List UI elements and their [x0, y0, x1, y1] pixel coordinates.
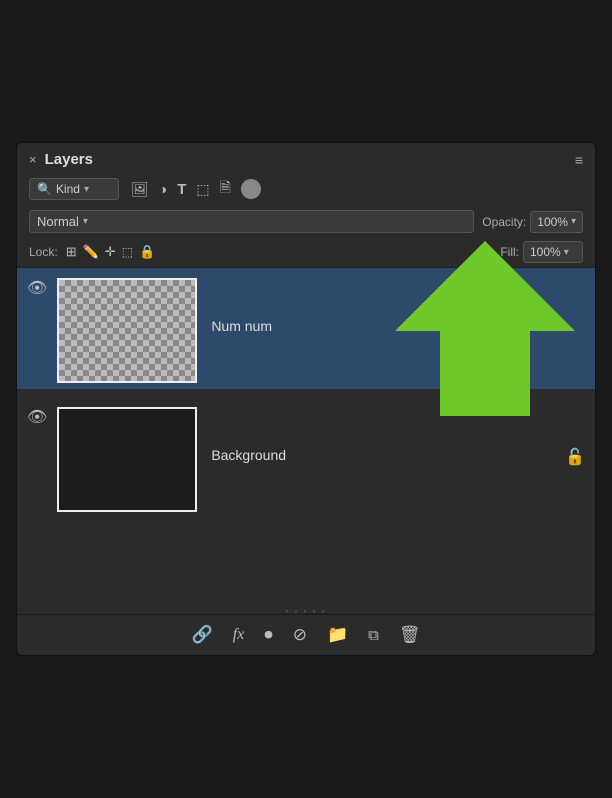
lock-transparency-icon[interactable]: ⊞ [66, 244, 77, 260]
blend-mode-dropdown[interactable]: Normal ▾ [29, 210, 474, 233]
fill-input[interactable]: 100% ▾ [523, 241, 583, 263]
visibility-toggle-icon[interactable]: 👁 [27, 407, 47, 427]
type-filter-icon[interactable]: T [177, 181, 186, 198]
opacity-input[interactable]: 100% ▾ [530, 211, 583, 233]
lock-paint-icon[interactable]: ✏️ [83, 244, 99, 260]
resize-dots-icon: • • • • • [286, 607, 327, 616]
layer-item[interactable]: 👁 Background 🔓 [17, 397, 595, 518]
opacity-label: Opacity: [482, 215, 526, 229]
layer-item[interactable]: 👁 Num num [17, 268, 595, 389]
fx-button[interactable]: fx [233, 626, 245, 644]
lock-row: Lock: ⊞ ✏️ ✛ ⬚ 🔒 Fill: 100% ▾ [17, 237, 595, 268]
layers-list: 👁 Num num 👁 Background 🔓 [17, 268, 595, 608]
kind-label: Kind [56, 182, 80, 196]
layer-name: Num num [211, 318, 585, 334]
image-filter-icon[interactable]: 🖼 [131, 181, 149, 198]
panel-menu-button[interactable]: ≡ [575, 152, 583, 168]
adjustment-button[interactable]: ⊘ [293, 625, 307, 645]
add-mask-button[interactable]: ⏺ [264, 625, 273, 645]
smartobject-filter-icon[interactable]: 🗎 [220, 177, 231, 201]
lock-position-icon[interactable]: ✛ [105, 244, 116, 260]
layer-thumbnail [57, 278, 197, 383]
kind-toolbar-row: 🔍 Kind ▾ 🖼 ◑ T ⬚ 🗎 [17, 172, 595, 206]
group-button[interactable]: 📁 [327, 625, 348, 645]
opacity-group: Opacity: 100% ▾ [482, 211, 583, 233]
opacity-dropdown-arrow: ▾ [571, 216, 576, 227]
pixel-filter-icon[interactable] [241, 179, 261, 199]
filter-icons: 🖼 ◑ T ⬚ 🗎 [131, 177, 261, 201]
lock-all-icon[interactable]: 🔒 [139, 244, 155, 260]
panel-title: Layers [45, 151, 93, 168]
blend-dropdown-arrow: ▾ [83, 216, 88, 227]
kind-dropdown-arrow: ▾ [84, 184, 89, 195]
title-bar: × Layers ≡ [17, 143, 595, 172]
kind-dropdown[interactable]: 🔍 Kind ▾ [29, 178, 119, 200]
adjustment-filter-icon[interactable]: ◑ [159, 181, 167, 197]
fill-label: Fill: [500, 245, 519, 259]
link-layers-button[interactable]: 🔗 [192, 625, 213, 645]
search-icon: 🔍 [37, 182, 52, 196]
fx-label: fx [233, 626, 245, 643]
fill-dropdown-arrow: ▾ [564, 247, 569, 258]
close-button[interactable]: × [29, 152, 37, 167]
layer-name: Background [211, 447, 565, 463]
blend-mode-value: Normal [37, 214, 79, 229]
delete-layer-button[interactable]: 🗑 [399, 625, 421, 645]
lock-label: Lock: [29, 245, 58, 259]
fill-group: Fill: 100% ▾ [500, 241, 583, 263]
shape-filter-icon[interactable]: ⬚ [196, 181, 209, 198]
blend-opacity-row: Normal ▾ Opacity: 100% ▾ [17, 206, 595, 237]
new-layer-button[interactable]: ⧉ [368, 627, 379, 644]
visibility-toggle-icon[interactable]: 👁 [27, 278, 47, 298]
layer-lock-icon: 🔓 [565, 447, 585, 467]
lock-artboard-icon[interactable]: ⬚ [122, 245, 133, 259]
layers-panel: × Layers ≡ 🔍 Kind ▾ 🖼 ◑ T ⬚ 🗎 Normal ▾ O… [16, 142, 596, 656]
opacity-value-text: 100% [537, 215, 568, 229]
bottom-toolbar: 🔗 fx ⏺ ⊘ 📁 ⧉ 🗑 [17, 614, 595, 655]
layer-thumbnail [57, 407, 197, 512]
fill-value-text: 100% [530, 245, 561, 259]
